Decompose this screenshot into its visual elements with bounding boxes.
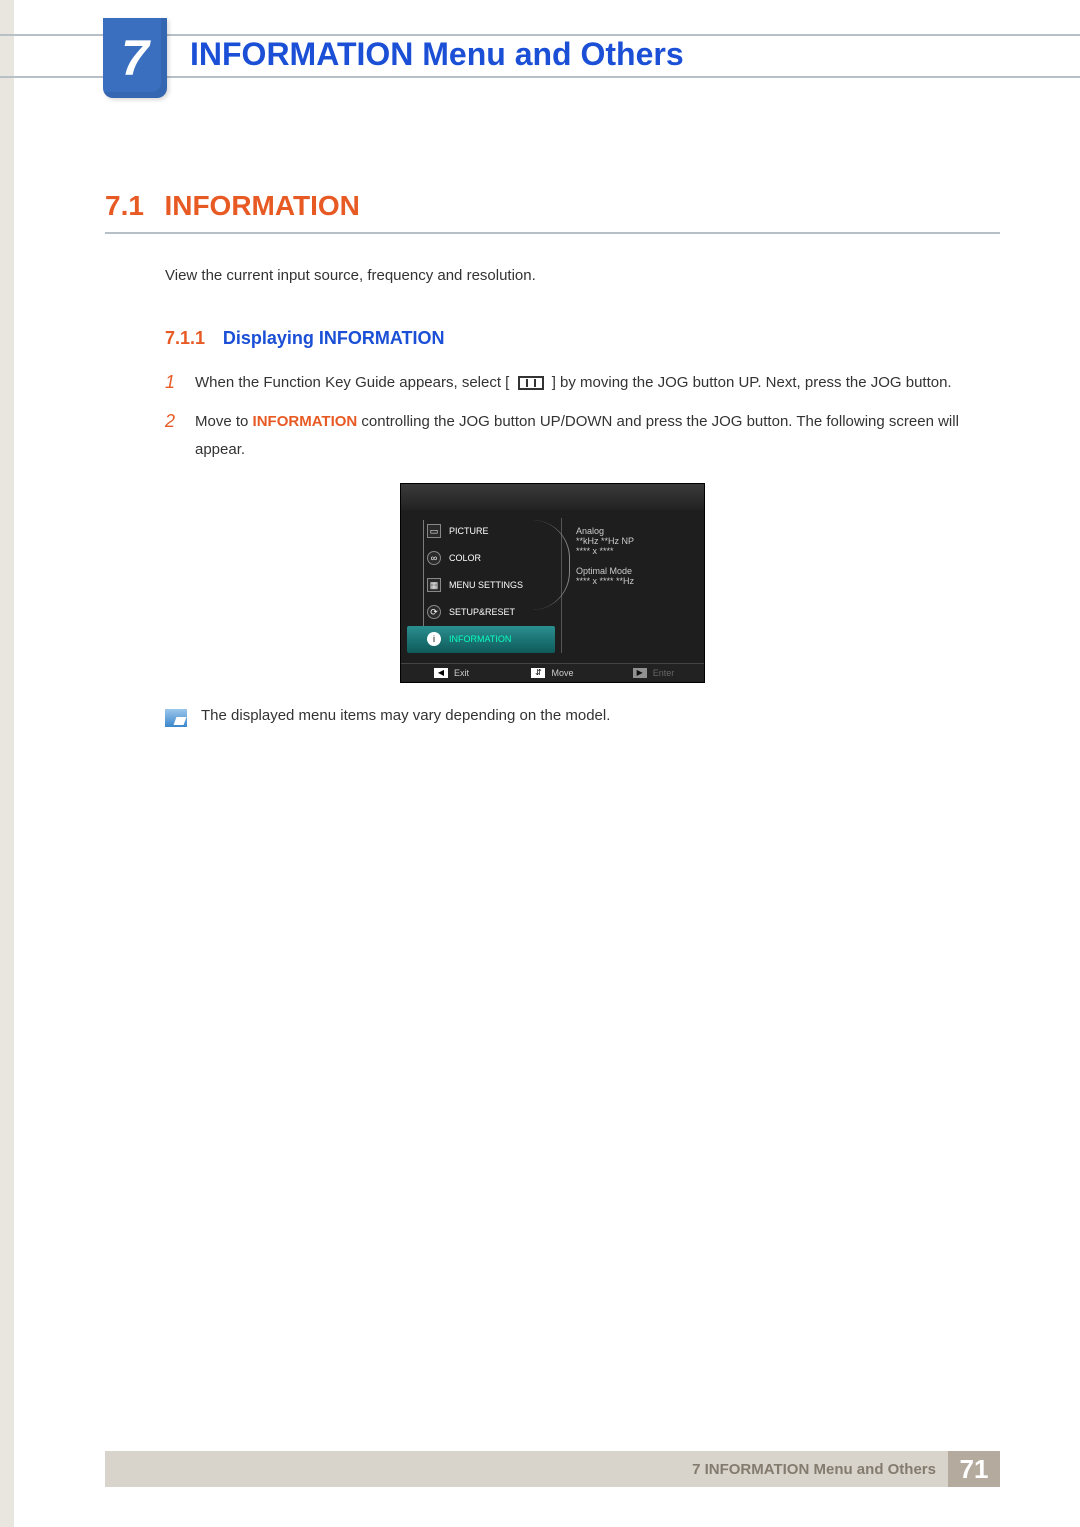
- osd-body: ▭ PICTURE ∞ COLOR ▦ MENU SETTINGS ⟳ SETU…: [401, 510, 704, 663]
- left-key-icon: ◀: [434, 668, 448, 678]
- osd-item-label: PICTURE: [449, 526, 489, 536]
- step-1-pre: When the Function Key Guide appears, sel…: [195, 374, 509, 391]
- content-area: 7.1 INFORMATION View the current input s…: [105, 190, 1000, 727]
- osd-info-line: Optimal Mode: [576, 566, 694, 576]
- note-icon: [165, 709, 187, 727]
- osd-screenshot: ▭ PICTURE ∞ COLOR ▦ MENU SETTINGS ⟳ SETU…: [400, 483, 705, 683]
- updown-key-icon: ⇵: [531, 668, 545, 678]
- osd-info-line: **** x ****: [576, 546, 694, 556]
- osd-item-label: SETUP&RESET: [449, 607, 515, 617]
- setup-reset-icon: ⟳: [427, 605, 441, 619]
- osd-item-label: COLOR: [449, 553, 481, 563]
- step-2-a: Move to: [195, 413, 253, 430]
- osd-move-label: Move: [551, 668, 573, 678]
- right-key-icon: ▶: [633, 668, 647, 678]
- spacer: [576, 556, 694, 566]
- note-text: The displayed menu items may vary depend…: [201, 707, 610, 724]
- section-intro: View the current input source, frequency…: [165, 264, 1000, 288]
- chapter-number: 7: [121, 29, 149, 87]
- subsection-number: 7.1.1: [165, 328, 205, 348]
- section-rule: [105, 232, 1000, 234]
- menu-icon: [518, 376, 544, 390]
- osd-titlebar: [401, 484, 704, 510]
- step-1: 1 When the Function Key Guide appears, s…: [165, 369, 1000, 398]
- osd-move-hint: ⇵ Move: [502, 664, 603, 682]
- step-2-body: Move to INFORMATION controlling the JOG …: [195, 408, 1000, 465]
- chapter-badge: 7: [103, 18, 167, 98]
- menu-settings-icon: ▦: [427, 578, 441, 592]
- steps-list: 1 When the Function Key Guide appears, s…: [165, 369, 1000, 465]
- osd-exit-hint: ◀ Exit: [401, 664, 502, 682]
- osd-enter-hint: ▶ Enter: [603, 664, 704, 682]
- step-1-body: When the Function Key Guide appears, sel…: [195, 369, 1000, 398]
- footer-page-number: 71: [948, 1451, 1000, 1487]
- section-title: INFORMATION: [164, 190, 359, 221]
- step-2-information-keyword: INFORMATION: [253, 413, 358, 430]
- picture-icon: ▭: [427, 524, 441, 538]
- osd-connector-curve: [532, 520, 570, 610]
- left-gutter: [0, 0, 14, 1527]
- osd-info-line: **** x **** **Hz: [576, 576, 694, 586]
- section-heading-row: 7.1 INFORMATION: [105, 190, 1000, 222]
- osd-enter-label: Enter: [653, 668, 675, 678]
- osd-item-information: i INFORMATION: [407, 626, 555, 653]
- step-1-post: ] by moving the JOG button UP. Next, pre…: [552, 374, 952, 391]
- step-2: 2 Move to INFORMATION controlling the JO…: [165, 408, 1000, 465]
- chapter-title: INFORMATION Menu and Others: [190, 36, 684, 73]
- page: 7 INFORMATION Menu and Others 7.1 INFORM…: [0, 0, 1080, 1527]
- subsection-heading-row: 7.1.1 Displaying INFORMATION: [165, 328, 1000, 349]
- info-icon: i: [427, 632, 441, 646]
- subsection-title: Displaying INFORMATION: [223, 328, 445, 348]
- osd-info-line: Analog: [576, 526, 694, 536]
- section-number: 7.1: [105, 190, 160, 222]
- step-2-number: 2: [165, 408, 181, 465]
- osd-item-label: INFORMATION: [449, 634, 511, 644]
- osd-item-label: MENU SETTINGS: [449, 580, 523, 590]
- footer: 7 INFORMATION Menu and Others 71: [105, 1451, 1000, 1487]
- note-row: The displayed menu items may vary depend…: [165, 707, 1000, 727]
- footer-text: 7 INFORMATION Menu and Others: [692, 1461, 936, 1478]
- osd-exit-label: Exit: [454, 668, 469, 678]
- osd-right-panel: Analog **kHz **Hz NP **** x **** Optimal…: [561, 518, 694, 653]
- osd-info-line: **kHz **Hz NP: [576, 536, 694, 546]
- color-icon: ∞: [427, 551, 441, 565]
- osd-bottom-bar: ◀ Exit ⇵ Move ▶ Enter: [401, 663, 704, 682]
- step-1-number: 1: [165, 369, 181, 398]
